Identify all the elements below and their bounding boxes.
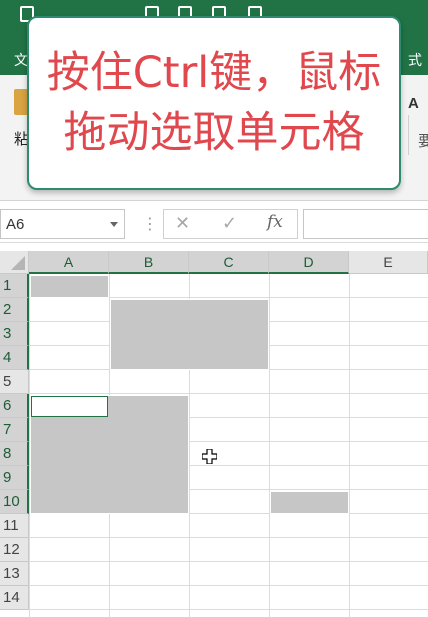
row-header-8[interactable]: 8 (0, 442, 29, 466)
row-header-10[interactable]: 10 (0, 490, 29, 514)
callout-line-1: 按住Ctrl键，鼠标 (46, 48, 382, 98)
chevron-down-icon[interactable] (110, 222, 118, 227)
active-cell[interactable] (31, 396, 108, 417)
row-header-14[interactable]: 14 (0, 586, 29, 610)
formula-bar: A6 ⋮ ✕ ✓ fx (0, 206, 428, 243)
column-header-b[interactable]: B (109, 251, 189, 274)
tab-format[interactable]: 式 (408, 50, 422, 70)
row-header-13[interactable]: 13 (0, 562, 29, 586)
ribbon-divider (408, 115, 409, 155)
row-header-11[interactable]: 11 (0, 514, 29, 538)
font-grow-icon[interactable]: A (408, 95, 419, 112)
row-header-1[interactable]: 1 (0, 274, 29, 298)
row-header-2[interactable]: 2 (0, 298, 29, 322)
cross-cursor-icon (202, 449, 217, 464)
select-all-icon (11, 256, 25, 270)
column-header-a[interactable]: A (29, 251, 109, 274)
cancel-icon[interactable]: ✕ (175, 213, 190, 234)
callout-line-2: 拖动选取单元格 (63, 108, 365, 158)
ribbon-group-label: 要 (418, 133, 428, 150)
drag-handle-icon[interactable]: ⋮ (142, 214, 158, 234)
tab-file[interactable]: 文 (14, 50, 28, 70)
row-header-5[interactable]: 5 (0, 370, 29, 394)
row-header-7[interactable]: 7 (0, 418, 29, 442)
row-header-9[interactable]: 9 (0, 466, 29, 490)
selection-a1[interactable] (30, 275, 109, 298)
column-header-e[interactable]: E (349, 251, 428, 274)
insert-function-icon[interactable]: fx (267, 212, 283, 232)
row-header-3[interactable]: 3 (0, 322, 29, 346)
column-header-c[interactable]: C (189, 251, 269, 274)
row-header-6[interactable]: 6 (0, 394, 29, 418)
row-header-4[interactable]: 4 (0, 346, 29, 370)
select-all-button[interactable] (0, 251, 29, 274)
name-box-value: A6 (6, 216, 25, 233)
enter-icon[interactable]: ✓ (222, 213, 237, 234)
formula-input[interactable] (303, 209, 428, 239)
selection-d10[interactable] (270, 491, 349, 514)
selection-b2-c4[interactable] (110, 299, 269, 370)
column-header-d[interactable]: D (269, 251, 349, 274)
row-header-12[interactable]: 12 (0, 538, 29, 562)
instruction-callout: 按住Ctrl键，鼠标 拖动选取单元格 (27, 16, 401, 190)
name-box[interactable]: A6 (0, 209, 125, 239)
